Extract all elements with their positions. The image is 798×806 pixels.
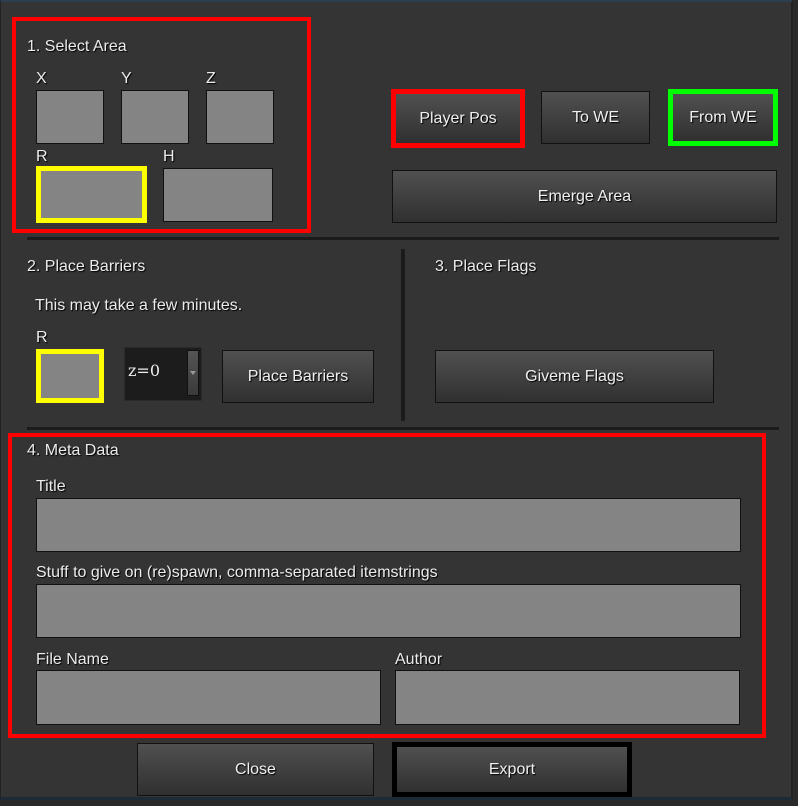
h-label: H (163, 148, 175, 165)
x-input[interactable] (36, 90, 104, 144)
r-label: R (36, 148, 48, 165)
items-input[interactable] (36, 584, 741, 638)
title-input[interactable] (36, 498, 741, 552)
x-label: X (36, 70, 47, 87)
title-label: Title (36, 478, 66, 495)
items-label: Stuff to give on (re)spawn, comma-separa… (36, 564, 438, 581)
player-pos-button[interactable]: Player Pos (391, 89, 525, 148)
from-we-button[interactable]: From WE (668, 89, 778, 146)
chevron-down-icon (190, 371, 196, 375)
z-dropdown[interactable]: z=0 (124, 347, 202, 401)
z-input[interactable] (206, 90, 274, 144)
file-name-input[interactable] (36, 670, 381, 725)
emerge-area-button[interactable]: Emerge Area (392, 170, 777, 223)
place-barriers-button[interactable]: Place Barriers (222, 350, 374, 403)
separator (27, 427, 779, 430)
z-label: Z (206, 70, 216, 87)
dropdown-arrow-button[interactable] (187, 350, 199, 396)
separator (27, 237, 779, 240)
meta-data-heading: 4. Meta Data (27, 442, 119, 459)
barrier-r-input[interactable] (36, 349, 104, 403)
place-barriers-heading: 2. Place Barriers (27, 258, 146, 275)
place-flags-heading: 3. Place Flags (435, 258, 537, 275)
close-button[interactable]: Close (137, 743, 374, 796)
vertical-divider (401, 249, 405, 421)
dialog-window: 1. Select Area X Y Z R H Player Pos To W… (0, 0, 793, 800)
h-input[interactable] (163, 168, 273, 222)
y-input[interactable] (121, 90, 189, 144)
select-area-heading: 1. Select Area (27, 38, 127, 55)
export-button[interactable]: Export (392, 742, 632, 797)
r-input[interactable] (36, 166, 147, 223)
y-label: Y (121, 70, 132, 87)
to-we-button[interactable]: To WE (541, 91, 650, 144)
place-barriers-note: This may take a few minutes. (35, 297, 243, 314)
author-input[interactable] (395, 670, 740, 725)
barrier-r-label: R (36, 329, 48, 346)
file-name-label: File Name (36, 651, 109, 668)
author-label: Author (395, 651, 443, 668)
giveme-flags-button[interactable]: Giveme Flags (435, 350, 714, 403)
z-dropdown-value: z=0 (128, 361, 161, 380)
